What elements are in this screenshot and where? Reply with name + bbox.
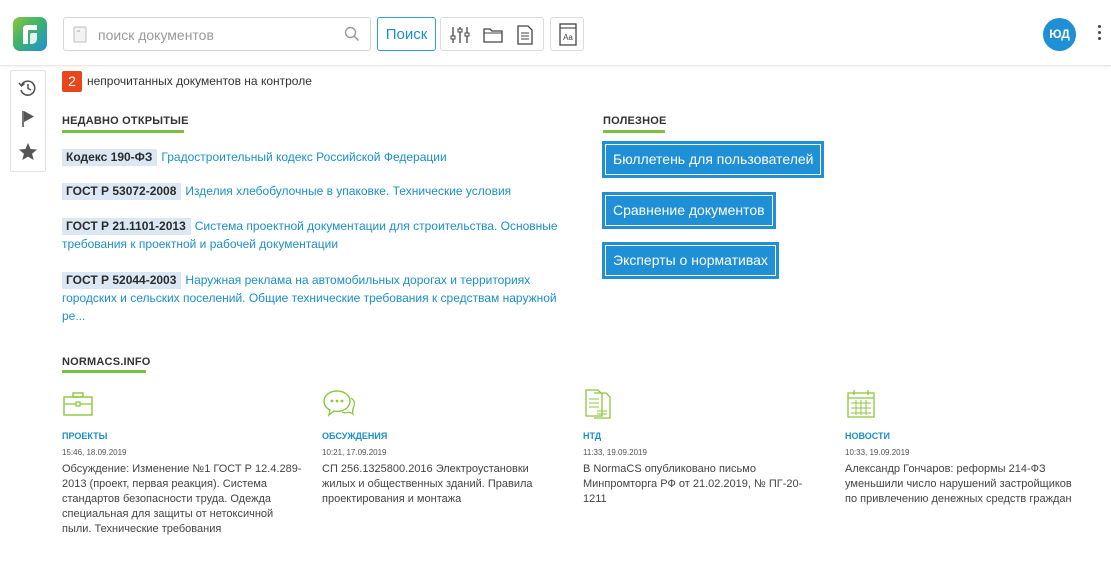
news-time: 10:33, 19.09.2019 bbox=[845, 448, 910, 457]
more-menu-icon[interactable] bbox=[1093, 23, 1105, 45]
recent-item-code: Кодекс 190-ФЗ bbox=[62, 149, 158, 166]
recent-item-link[interactable]: Градостроительный кодекс Российской Феде… bbox=[161, 150, 446, 164]
recent-item[interactable]: ГОСТ Р 52044-2003 Наружная реклама на авт… bbox=[62, 271, 562, 325]
news-text[interactable]: СП 256.1325800.2016 Электроустановки жил… bbox=[322, 462, 562, 507]
recent-item-code: ГОСТ Р 53072-2008 bbox=[62, 183, 182, 200]
user-avatar[interactable]: ЮД bbox=[1043, 18, 1076, 51]
text-view-button[interactable]: Aa bbox=[550, 17, 584, 51]
toolbar-group bbox=[440, 17, 544, 51]
document-list-icon[interactable] bbox=[514, 24, 536, 46]
briefcase-icon bbox=[62, 388, 94, 420]
normacs-section-title: NORMACS.INFO bbox=[62, 356, 151, 368]
recent-item-code: ГОСТ Р 52044-2003 bbox=[62, 272, 182, 289]
news-time: 11:33, 19.09.2019 bbox=[583, 448, 647, 457]
side-panel bbox=[10, 70, 46, 172]
recent-section-underline bbox=[62, 130, 184, 133]
recent-section-title: НЕДАВНО ОТКРЫТЫЕ bbox=[62, 115, 189, 127]
top-bar: Поиск Aa ЮД bbox=[0, 0, 1111, 66]
compare-documents-button[interactable]: Сравнение документов bbox=[602, 192, 776, 229]
news-text[interactable]: Александр Гончаров: реформы 214-ФЗ умень… bbox=[845, 462, 1085, 507]
search-input[interactable] bbox=[98, 24, 338, 46]
document-type-icon[interactable] bbox=[73, 26, 87, 48]
recent-item-link[interactable]: Изделия хлебобулочные в упаковке. Технич… bbox=[185, 184, 511, 198]
flag-icon[interactable] bbox=[17, 108, 39, 130]
text-view-icon-label: Aa bbox=[563, 33, 573, 42]
star-icon[interactable] bbox=[17, 141, 39, 163]
useful-section-title: ПОЛЕЗНОЕ bbox=[603, 115, 667, 127]
recent-item-code: ГОСТ Р 21.1101-2013 bbox=[62, 218, 191, 235]
news-category[interactable]: НТД bbox=[583, 431, 601, 441]
news-time: 10:21, 17.09.2019 bbox=[322, 448, 387, 457]
folder-icon[interactable] bbox=[482, 24, 504, 46]
unread-count-badge[interactable]: 2 bbox=[62, 71, 82, 92]
search-box bbox=[63, 17, 371, 51]
search-icon[interactable] bbox=[344, 26, 360, 47]
normacs-logo[interactable] bbox=[13, 17, 47, 51]
document-icon bbox=[583, 388, 615, 420]
calendar-icon bbox=[845, 388, 877, 420]
news-category[interactable]: ОБСУЖДЕНИЯ bbox=[322, 431, 387, 441]
normacs-section-underline bbox=[62, 370, 146, 373]
experts-button[interactable]: Эксперты о нормативах bbox=[602, 242, 779, 279]
news-text[interactable]: Обсуждение: Изменение №1 ГОСТ Р 12.4.289… bbox=[62, 462, 302, 537]
news-category[interactable]: НОВОСТИ bbox=[845, 431, 890, 441]
bulletin-button[interactable]: Бюллетень для пользователей bbox=[602, 141, 825, 178]
search-button[interactable]: Поиск bbox=[377, 17, 436, 51]
unread-text: непрочитанных документов на контроле bbox=[87, 74, 312, 88]
news-category[interactable]: ПРОЕКТЫ bbox=[62, 431, 107, 441]
recent-item[interactable]: Кодекс 190-ФЗ Градостроительный кодекс Ро… bbox=[62, 148, 562, 166]
history-icon[interactable] bbox=[17, 77, 39, 99]
news-time: 15:46, 18.09.2019 bbox=[62, 448, 127, 457]
recent-item[interactable]: ГОСТ Р 53072-2008 Изделия хлебобулочные в… bbox=[62, 182, 562, 200]
news-text[interactable]: В NormaCS опубликовано письмо Минпромтор… bbox=[583, 462, 823, 507]
chat-icon bbox=[322, 388, 356, 420]
recent-item[interactable]: ГОСТ Р 21.1101-2013 Система проектной док… bbox=[62, 217, 562, 253]
useful-section-underline bbox=[603, 130, 665, 133]
filters-icon[interactable] bbox=[449, 24, 471, 46]
